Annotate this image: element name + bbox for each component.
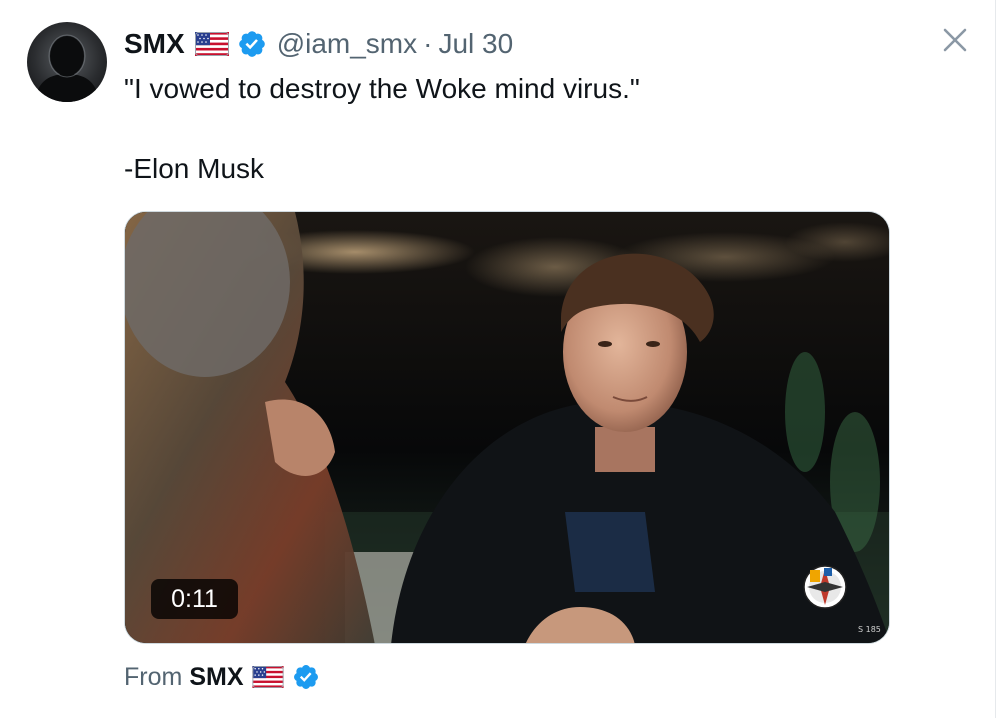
user-handle[interactable]: @iam_smx: [277, 28, 417, 60]
display-name[interactable]: SMX: [124, 28, 185, 60]
us-flag-icon: [194, 32, 229, 56]
tweet-text-line: -Elon Musk: [124, 153, 265, 184]
tweet-header: SMX @iam_smx · Jul 30: [124, 24, 513, 64]
video-duration[interactable]: 0:11: [151, 579, 238, 619]
close-icon[interactable]: [940, 25, 970, 55]
us-flag-icon: [251, 666, 284, 688]
tweet-text: "I vowed to destroy the Woke mind virus.…: [124, 69, 640, 189]
verified-badge-icon: [292, 663, 320, 691]
video-attribution: From SMX: [124, 660, 320, 694]
channel-logo-icon: [802, 564, 848, 610]
from-label: From: [124, 662, 183, 691]
verified-badge-icon: [237, 29, 267, 59]
avatar[interactable]: [27, 22, 107, 102]
tweet-text-line: "I vowed to destroy the Woke mind virus.…: [124, 73, 640, 104]
tweet-card: SMX @iam_smx · Jul 30 "I vowed to destro…: [0, 0, 996, 718]
separator-dot: ·: [423, 28, 433, 59]
video-corner-tag: S 185: [858, 625, 881, 634]
avatar-silhouette-icon: [35, 34, 99, 102]
from-user-name[interactable]: SMX: [189, 663, 243, 692]
video-player[interactable]: 0:11 S 185: [124, 211, 890, 644]
video-thumbnail: [125, 212, 889, 643]
tweet-date[interactable]: Jul 30: [438, 28, 513, 60]
